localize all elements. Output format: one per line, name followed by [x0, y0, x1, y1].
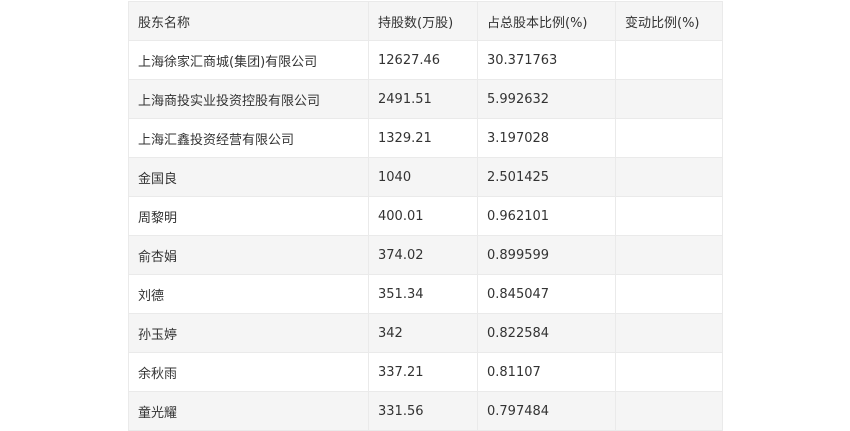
cell-shareholder-name: 刘德 [128, 274, 369, 314]
cell-change-ratio [615, 118, 723, 158]
table-row: 上海商投实业投资控股有限公司 2491.51 5.992632 [128, 79, 723, 119]
table-row: 俞杏娟 374.02 0.899599 [128, 235, 723, 275]
table-row: 孙玉婷 342 0.822584 [128, 313, 723, 353]
cell-shareholder-name: 俞杏娟 [128, 235, 369, 275]
table-row: 刘德 351.34 0.845047 [128, 274, 723, 314]
cell-shareholder-name: 周黎明 [128, 196, 369, 236]
cell-shareholder-name: 金国良 [128, 157, 369, 197]
cell-shares-held: 374.02 [368, 235, 478, 275]
header-share-ratio: 占总股本比例(%) [477, 1, 616, 41]
table-row: 周黎明 400.01 0.962101 [128, 196, 723, 236]
cell-shareholder-name: 孙玉婷 [128, 313, 369, 353]
cell-shareholder-name: 童光耀 [128, 391, 369, 431]
shareholder-table: 股东名称 持股数(万股) 占总股本比例(%) 变动比例(%) 上海徐家汇商城(集… [128, 1, 723, 431]
cell-shareholder-name: 上海商投实业投资控股有限公司 [128, 79, 369, 119]
cell-share-ratio: 0.845047 [477, 274, 616, 314]
cell-shares-held: 400.01 [368, 196, 478, 236]
cell-change-ratio [615, 235, 723, 275]
table-row: 余秋雨 337.21 0.81107 [128, 352, 723, 392]
table-row: 上海徐家汇商城(集团)有限公司 12627.46 30.371763 [128, 40, 723, 80]
cell-shares-held: 2491.51 [368, 79, 478, 119]
cell-share-ratio: 3.197028 [477, 118, 616, 158]
cell-shares-held: 12627.46 [368, 40, 478, 80]
cell-shareholder-name: 上海汇鑫投资经营有限公司 [128, 118, 369, 158]
shareholder-table-container: 股东名称 持股数(万股) 占总股本比例(%) 变动比例(%) 上海徐家汇商城(集… [128, 1, 723, 431]
table-row: 上海汇鑫投资经营有限公司 1329.21 3.197028 [128, 118, 723, 158]
cell-share-ratio: 30.371763 [477, 40, 616, 80]
cell-shareholder-name: 上海徐家汇商城(集团)有限公司 [128, 40, 369, 80]
cell-shares-held: 351.34 [368, 274, 478, 314]
cell-shares-held: 342 [368, 313, 478, 353]
cell-change-ratio [615, 196, 723, 236]
cell-change-ratio [615, 391, 723, 431]
table-row: 金国良 1040 2.501425 [128, 157, 723, 197]
cell-shareholder-name: 余秋雨 [128, 352, 369, 392]
cell-share-ratio: 0.962101 [477, 196, 616, 236]
cell-shares-held: 331.56 [368, 391, 478, 431]
cell-change-ratio [615, 79, 723, 119]
cell-share-ratio: 5.992632 [477, 79, 616, 119]
table-header-row: 股东名称 持股数(万股) 占总股本比例(%) 变动比例(%) [128, 1, 723, 41]
header-change-ratio: 变动比例(%) [615, 1, 723, 41]
cell-shares-held: 1040 [368, 157, 478, 197]
cell-change-ratio [615, 313, 723, 353]
cell-share-ratio: 0.81107 [477, 352, 616, 392]
cell-shares-held: 1329.21 [368, 118, 478, 158]
cell-change-ratio [615, 352, 723, 392]
cell-shares-held: 337.21 [368, 352, 478, 392]
cell-share-ratio: 0.822584 [477, 313, 616, 353]
table-row: 童光耀 331.56 0.797484 [128, 391, 723, 431]
cell-share-ratio: 2.501425 [477, 157, 616, 197]
header-shares-held: 持股数(万股) [368, 1, 478, 41]
cell-share-ratio: 0.899599 [477, 235, 616, 275]
header-shareholder-name: 股东名称 [128, 1, 369, 41]
cell-share-ratio: 0.797484 [477, 391, 616, 431]
cell-change-ratio [615, 157, 723, 197]
cell-change-ratio [615, 40, 723, 80]
cell-change-ratio [615, 274, 723, 314]
